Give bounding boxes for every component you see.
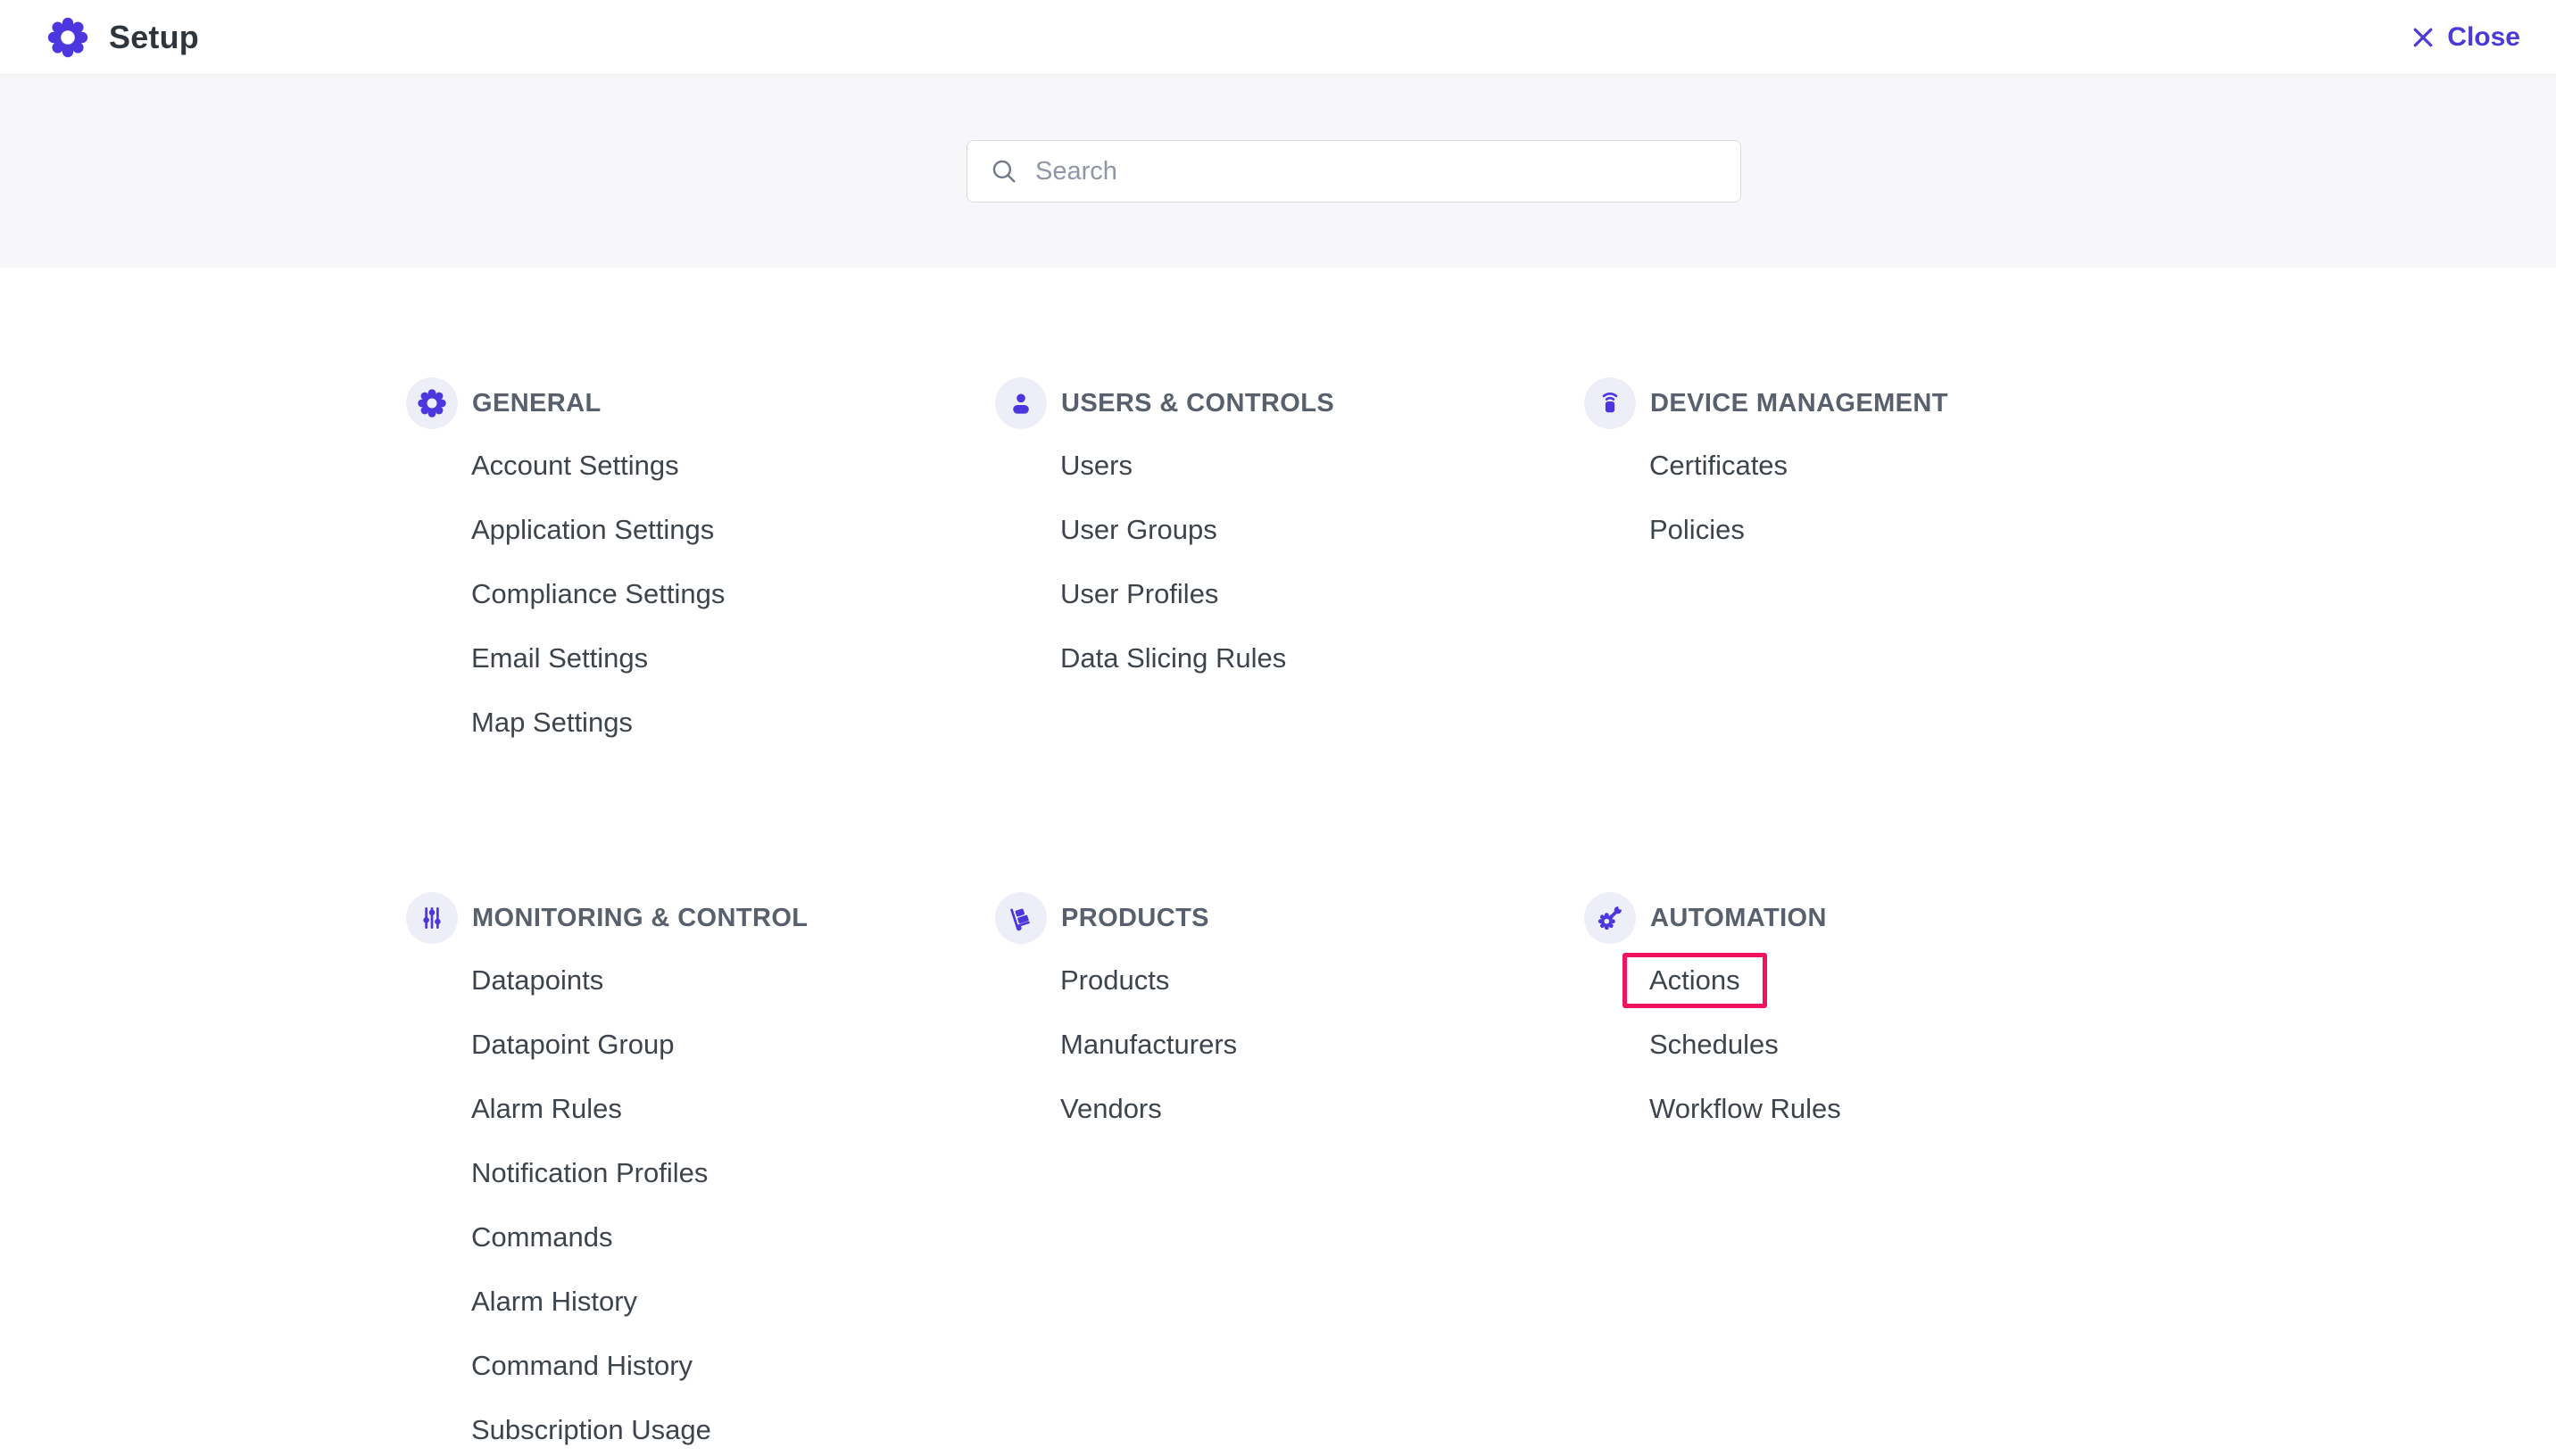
item-label: Manufacturers xyxy=(1060,1029,1237,1061)
topbar: Setup Close xyxy=(0,0,2556,75)
setup-item-datapoints[interactable]: Datapoints xyxy=(471,948,995,1013)
setup-item-alarm-history[interactable]: Alarm History xyxy=(471,1270,995,1334)
item-label: Users xyxy=(1060,450,1133,482)
device-wifi-icon xyxy=(1584,377,1636,429)
item-label: Compliance Settings xyxy=(471,578,725,610)
section-header: GENERAL xyxy=(406,377,995,429)
gear-icon xyxy=(406,377,458,429)
section-monitoring-control: MONITORING & CONTROL Datapoints Datapoin… xyxy=(406,892,995,1456)
item-label: Application Settings xyxy=(471,514,714,546)
item-label: Account Settings xyxy=(471,450,679,482)
topbar-left: Setup xyxy=(46,16,199,59)
setup-item-datapoint-group[interactable]: Datapoint Group xyxy=(471,1013,995,1077)
item-label: User Profiles xyxy=(1060,578,1218,610)
section-general: GENERAL Account Settings Application Set… xyxy=(406,377,995,755)
item-label: Alarm History xyxy=(471,1286,637,1318)
search-band xyxy=(0,75,2556,268)
section-device-management: DEVICE MANAGEMENT Certificates Policies xyxy=(1584,377,2173,562)
item-label: Workflow Rules xyxy=(1649,1093,1841,1125)
gear-icon xyxy=(46,16,89,59)
setup-item-products[interactable]: Products xyxy=(1060,948,1584,1013)
item-label: Data Slicing Rules xyxy=(1060,642,1286,674)
section-items: Actions Schedules Workflow Rules xyxy=(1649,948,2173,1141)
setup-item-notification-profiles[interactable]: Notification Profiles xyxy=(471,1141,995,1205)
item-label: Actions xyxy=(1649,964,1740,997)
sections-grid: GENERAL Account Settings Application Set… xyxy=(406,377,2556,1456)
item-label: Schedules xyxy=(1649,1029,1779,1061)
close-label: Close xyxy=(2447,22,2520,53)
item-label: Commands xyxy=(471,1221,613,1253)
setup-item-certificates[interactable]: Certificates xyxy=(1649,434,2173,498)
setup-item-user-groups[interactable]: User Groups xyxy=(1060,498,1584,562)
setup-item-workflow-rules[interactable]: Workflow Rules xyxy=(1649,1077,2173,1141)
section-header: AUTOMATION xyxy=(1584,892,2173,944)
item-label: Map Settings xyxy=(471,707,633,739)
item-label: Email Settings xyxy=(471,642,648,674)
section-items: Account Settings Application Settings Co… xyxy=(471,434,995,755)
setup-item-subscription-usage[interactable]: Subscription Usage xyxy=(471,1398,995,1456)
setup-item-application-settings[interactable]: Application Settings xyxy=(471,498,995,562)
setup-item-policies[interactable]: Policies xyxy=(1649,498,2173,562)
section-items: Products Manufacturers Vendors xyxy=(1060,948,1584,1141)
section-header: USERS & CONTROLS xyxy=(995,377,1584,429)
gear-wrench-icon xyxy=(1584,892,1636,944)
setup-item-compliance-settings[interactable]: Compliance Settings xyxy=(471,562,995,626)
setup-item-schedules[interactable]: Schedules xyxy=(1649,1013,2173,1077)
item-label: Notification Profiles xyxy=(471,1157,708,1189)
setup-item-command-history[interactable]: Command History xyxy=(471,1334,995,1398)
setup-item-actions[interactable]: Actions xyxy=(1649,948,2173,1013)
item-label: Certificates xyxy=(1649,450,1788,482)
setup-item-account-settings[interactable]: Account Settings xyxy=(471,434,995,498)
setup-item-users[interactable]: Users xyxy=(1060,434,1584,498)
section-products: PRODUCTS Products Manufacturers Vendors xyxy=(995,892,1584,1141)
section-items: Certificates Policies xyxy=(1649,434,2173,562)
user-icon xyxy=(995,377,1047,429)
section-users-controls: USERS & CONTROLS Users User Groups User … xyxy=(995,377,1584,691)
setup-item-alarm-rules[interactable]: Alarm Rules xyxy=(471,1077,995,1141)
setup-item-data-slicing-rules[interactable]: Data Slicing Rules xyxy=(1060,626,1584,691)
section-items: Datapoints Datapoint Group Alarm Rules N… xyxy=(471,948,995,1456)
section-header: PRODUCTS xyxy=(995,892,1584,944)
highlight-box: Actions xyxy=(1622,953,1767,1008)
handtruck-icon xyxy=(995,892,1047,944)
setup-item-commands[interactable]: Commands xyxy=(471,1205,995,1270)
section-title: USERS & CONTROLS xyxy=(1061,389,1334,418)
item-label: Policies xyxy=(1649,514,1745,546)
section-title: DEVICE MANAGEMENT xyxy=(1650,389,1948,418)
section-items: Users User Groups User Profiles Data Sli… xyxy=(1060,434,1584,691)
item-label: Products xyxy=(1060,964,1169,997)
search-input[interactable] xyxy=(1035,157,1719,186)
setup-item-manufacturers[interactable]: Manufacturers xyxy=(1060,1013,1584,1077)
item-label: Alarm Rules xyxy=(471,1093,622,1125)
section-title: PRODUCTS xyxy=(1061,904,1209,933)
section-header: DEVICE MANAGEMENT xyxy=(1584,377,2173,429)
setup-item-map-settings[interactable]: Map Settings xyxy=(471,691,995,755)
sliders-icon xyxy=(406,892,458,944)
item-label: Subscription Usage xyxy=(471,1414,711,1446)
item-label: Datapoint Group xyxy=(471,1029,674,1061)
setup-item-email-settings[interactable]: Email Settings xyxy=(471,626,995,691)
setup-item-vendors[interactable]: Vendors xyxy=(1060,1077,1584,1141)
search-icon xyxy=(989,156,1019,186)
section-title: GENERAL xyxy=(472,389,602,418)
section-title: AUTOMATION xyxy=(1650,904,1827,933)
close-button[interactable]: Close xyxy=(2410,22,2520,53)
item-label: Command History xyxy=(471,1350,693,1382)
item-label: Vendors xyxy=(1060,1093,1162,1125)
section-title: MONITORING & CONTROL xyxy=(472,904,808,933)
section-header: MONITORING & CONTROL xyxy=(406,892,995,944)
item-label: User Groups xyxy=(1060,514,1217,546)
close-icon xyxy=(2410,24,2436,51)
setup-content: GENERAL Account Settings Application Set… xyxy=(0,268,2556,1456)
item-label: Datapoints xyxy=(471,964,603,997)
setup-item-user-profiles[interactable]: User Profiles xyxy=(1060,562,1584,626)
page-title: Setup xyxy=(109,19,199,56)
section-automation: AUTOMATION Actions Schedules Workflow Ru… xyxy=(1584,892,2173,1141)
search-box[interactable] xyxy=(967,140,1741,203)
